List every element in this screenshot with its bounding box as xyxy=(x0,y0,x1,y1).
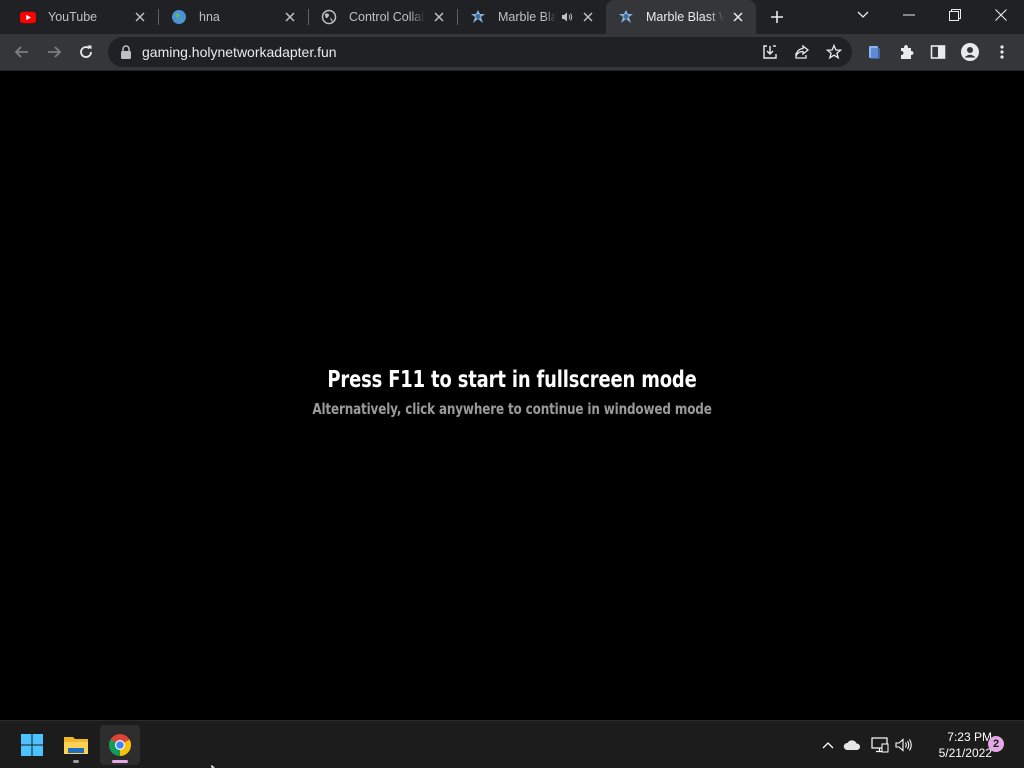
globe-icon xyxy=(171,9,187,25)
network-button[interactable] xyxy=(868,733,892,757)
chrome-icon xyxy=(109,734,131,756)
share-button[interactable] xyxy=(790,40,814,64)
close-tab-icon[interactable] xyxy=(431,9,447,25)
share-icon xyxy=(795,44,810,59)
notification-badge[interactable]: 2 xyxy=(988,736,1004,752)
tab-title: Control Collabo xyxy=(349,10,425,24)
restore-button[interactable] xyxy=(932,0,978,30)
speaker-icon[interactable] xyxy=(560,10,574,24)
reload-button[interactable] xyxy=(70,36,102,68)
address-bar[interactable]: gaming.holynetworkadapter.fun xyxy=(108,37,852,67)
lock-icon[interactable] xyxy=(120,45,132,59)
minimize-icon xyxy=(903,14,915,16)
tab-control-collabo[interactable]: Control Collabo xyxy=(309,0,457,34)
close-icon xyxy=(995,9,1007,21)
clock-date: 5/21/2022 xyxy=(938,746,992,760)
chevron-down-icon xyxy=(857,11,869,18)
windowed-mode-hint: Alternatively, click anywhere to continu… xyxy=(312,400,712,418)
volume-button[interactable] xyxy=(892,733,916,757)
speaker-icon xyxy=(895,738,912,752)
plus-icon xyxy=(771,11,783,23)
side-panel-icon xyxy=(930,45,946,59)
game-viewport[interactable]: Press F11 to start in fullscreen mode Al… xyxy=(0,71,1024,720)
tab-title: YouTube xyxy=(48,10,98,24)
close-tab-icon[interactable] xyxy=(282,9,298,25)
reading-list-button[interactable] xyxy=(858,36,890,68)
marble-blast-icon xyxy=(618,9,634,25)
tab-marble-blast-audio[interactable]: Marble Blas xyxy=(458,0,606,34)
install-app-button[interactable] xyxy=(758,40,782,64)
running-indicator xyxy=(73,760,79,763)
puzzle-icon xyxy=(901,45,914,59)
extensions-button[interactable] xyxy=(890,36,922,68)
tab-youtube[interactable]: YouTube xyxy=(8,0,158,34)
search-tabs-button[interactable] xyxy=(840,0,886,30)
cloud-icon xyxy=(843,740,861,750)
clock[interactable]: 7:23 PM 5/21/2022 xyxy=(916,729,992,761)
document-icon xyxy=(869,46,880,59)
menu-button[interactable] xyxy=(986,36,1018,68)
arrow-right-icon xyxy=(48,46,62,58)
tab-hna[interactable]: hna xyxy=(159,0,308,34)
mouse-cursor-icon xyxy=(211,764,217,768)
new-tab-button[interactable] xyxy=(762,2,792,32)
back-button[interactable] xyxy=(6,36,38,68)
side-panel-button[interactable] xyxy=(922,36,954,68)
show-hidden-icons-button[interactable] xyxy=(816,733,840,757)
file-explorer-button[interactable] xyxy=(56,725,96,765)
install-icon xyxy=(763,45,777,59)
chevron-up-icon xyxy=(822,742,834,749)
star-icon xyxy=(826,44,842,60)
restore-icon xyxy=(949,9,961,21)
onedrive-button[interactable] xyxy=(840,733,864,757)
minimize-button[interactable] xyxy=(886,0,932,30)
tab-strip: YouTube hna Control Collabo Marble Blas xyxy=(0,0,1024,34)
file-explorer-icon xyxy=(64,737,88,754)
marble-blast-icon xyxy=(470,9,486,25)
globe-icon xyxy=(321,9,337,25)
profile-button[interactable] xyxy=(954,36,986,68)
close-tab-icon[interactable] xyxy=(132,9,148,25)
youtube-icon xyxy=(20,9,36,25)
browser-toolbar: gaming.holynetworkadapter.fun xyxy=(0,34,1024,70)
start-button[interactable] xyxy=(12,725,52,765)
taskbar: 7:23 PM 5/21/2022 2 xyxy=(0,720,1024,768)
chrome-taskbar-button[interactable] xyxy=(100,725,140,765)
tab-title: hna xyxy=(199,10,220,24)
forward-button[interactable] xyxy=(38,36,70,68)
clock-time: 7:23 PM xyxy=(947,730,992,744)
tab-title: Marble Blas xyxy=(498,10,556,24)
close-tab-icon[interactable] xyxy=(730,9,746,25)
close-tab-icon[interactable] xyxy=(580,9,596,25)
url-text[interactable]: gaming.holynetworkadapter.fun xyxy=(142,44,337,60)
close-window-button[interactable] xyxy=(978,0,1024,30)
start-icon xyxy=(21,734,43,756)
more-vert-icon xyxy=(1000,45,1004,59)
arrow-left-icon xyxy=(14,46,28,58)
avatar-icon xyxy=(961,43,979,61)
network-icon xyxy=(871,737,889,753)
active-indicator xyxy=(112,760,128,763)
tab-marble-blast-active[interactable]: Marble Blast We xyxy=(606,0,756,34)
fullscreen-prompt: Press F11 to start in fullscreen mode xyxy=(327,367,697,393)
reload-icon xyxy=(80,45,92,58)
bookmark-button[interactable] xyxy=(822,40,846,64)
tab-title: Marble Blast We xyxy=(646,10,724,24)
